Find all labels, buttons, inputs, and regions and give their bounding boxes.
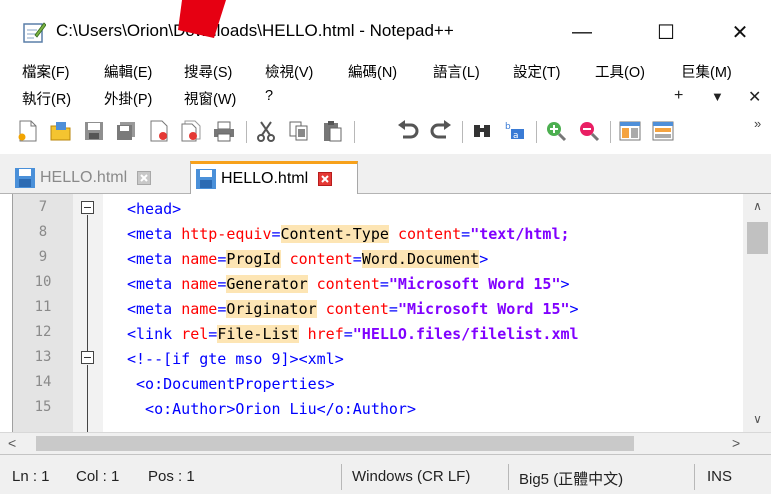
menu-encoding[interactable]: 編碼(N) (348, 61, 397, 82)
menu-macro[interactable]: 巨集(M) (681, 61, 732, 82)
line-number: 15 (34, 399, 52, 415)
menu-view[interactable]: 檢視(V) (265, 61, 313, 82)
fold-toggle-icon[interactable] (81, 351, 94, 364)
code-text: <o:Author>Orion Liu</o:Author> (127, 400, 416, 418)
menu-edit[interactable]: 編輯(E) (104, 61, 152, 82)
save-icon[interactable] (82, 118, 106, 144)
menu-search[interactable]: 搜尋(S) (184, 61, 232, 82)
menu-help[interactable]: ? (265, 88, 273, 104)
scroll-down-icon[interactable]: ∨ (743, 409, 771, 429)
toolbar: ba » (0, 112, 771, 150)
code-text: <link rel=File-List href="HELLO.files/fi… (127, 325, 579, 343)
menu-language[interactable]: 語言(L) (433, 61, 480, 82)
scroll-up-icon[interactable]: ∧ (743, 196, 771, 216)
svg-text:b: b (505, 122, 511, 132)
line-number: 10 (34, 274, 52, 290)
code-text: <!--[if gte mso 9]><xml> (127, 350, 344, 368)
svg-text:a: a (513, 131, 519, 141)
scroll-left-icon[interactable]: < (8, 435, 16, 451)
notepad-app-icon (23, 22, 46, 43)
close-all-icon[interactable] (179, 118, 203, 144)
toolbar-separator (246, 121, 247, 143)
toolbar-separator (610, 121, 611, 143)
maximize-button[interactable]: ☐ (643, 15, 689, 49)
minimize-button[interactable]: — (559, 15, 605, 49)
tab-label: HELLO.html (221, 170, 309, 187)
tab-list-dropdown-button[interactable]: ▼ (711, 89, 724, 104)
menu-settings[interactable]: 設定(T) (513, 61, 561, 82)
copy-icon[interactable] (287, 118, 311, 144)
window-title: C:\Users\Orion\Downloads\HELLO.html - No… (56, 21, 454, 40)
menu-run[interactable]: 執行(R) (22, 88, 71, 109)
tab-bar: HELLO.html HELLO.html (0, 154, 771, 194)
tab-label: HELLO.html (40, 168, 128, 186)
vertical-scrollbar[interactable]: ∧ ∨ (743, 194, 771, 432)
toolbar-separator (354, 121, 355, 143)
line-number: 7 (38, 199, 48, 215)
toolbar-overflow-button[interactable]: » (754, 116, 761, 131)
paste-icon[interactable] (320, 118, 344, 144)
horizontal-scroll-thumb[interactable] (36, 436, 634, 451)
vertical-scroll-thumb[interactable] (747, 222, 768, 254)
menu-file[interactable]: 檔案(F) (22, 61, 70, 82)
title-bar: C:\Users\Orion\Downloads\HELLO.html - No… (0, 0, 771, 55)
code-text-area[interactable]: <head> <meta http-equiv=Content-Type con… (103, 194, 743, 432)
editor[interactable]: 7 8 9 10 11 12 13 14 15 <head> <meta htt… (12, 194, 771, 432)
menu-bar: 檔案(F) 編輯(E) 搜尋(S) 檢視(V) 編碼(N) 語言(L) 設定(T… (0, 59, 771, 83)
status-position: Pos : 1 (148, 468, 195, 485)
code-text: <meta name=ProgId content=Word.Document> (127, 250, 489, 268)
status-line: Ln : 1 (12, 468, 50, 485)
code-text: <head> (127, 200, 182, 218)
close-file-icon[interactable] (147, 118, 171, 144)
zoom-out-icon[interactable] (577, 118, 601, 144)
sync-vertical-icon[interactable] (618, 118, 642, 144)
menu-bar-row-2: 執行(R) 外掛(P) 視窗(W) ? + ▼ ✕ (0, 86, 771, 110)
menu-plugins[interactable]: 外掛(P) (104, 88, 152, 109)
open-file-icon[interactable] (49, 118, 73, 144)
status-eol[interactable]: Windows (CR LF) (352, 468, 470, 485)
find-icon[interactable] (470, 118, 494, 144)
line-number: 14 (34, 374, 52, 390)
line-number: 11 (34, 299, 52, 315)
tab-hello-html-1[interactable]: HELLO.html (10, 161, 190, 194)
menu-tools[interactable]: 工具(O) (595, 61, 645, 82)
scroll-right-icon[interactable]: > (732, 435, 740, 451)
saved-file-icon (15, 167, 35, 188)
line-number: 13 (34, 349, 52, 365)
code-text: <meta name=Generator content="Microsoft … (127, 275, 570, 293)
status-encoding[interactable]: Big5 (正體中文) (519, 468, 623, 489)
tab-close-icon[interactable] (137, 170, 152, 185)
tab-hello-html-2[interactable]: HELLO.html (190, 161, 358, 194)
status-insert-mode[interactable]: INS (707, 468, 732, 485)
line-number: 9 (38, 249, 48, 265)
replace-icon[interactable]: ba (503, 118, 527, 144)
code-text: <o:DocumentProperties> (127, 375, 335, 393)
print-icon[interactable] (212, 118, 236, 144)
status-bar: Ln : 1 Col : 1 Pos : 1 Windows (CR LF) B… (0, 454, 771, 494)
toolbar-separator (462, 121, 463, 143)
horizontal-scrollbar[interactable]: < > (0, 432, 771, 454)
redo-icon[interactable] (429, 118, 453, 144)
save-all-icon[interactable] (114, 118, 138, 144)
add-tab-button[interactable]: + (674, 87, 683, 105)
menu-window[interactable]: 視窗(W) (184, 88, 236, 109)
zoom-in-icon[interactable] (544, 118, 568, 144)
fold-toggle-icon[interactable] (81, 201, 94, 214)
code-text: <meta name=Originator content="Microsoft… (127, 300, 579, 318)
undo-icon[interactable] (396, 118, 420, 144)
close-window-button[interactable]: ✕ (717, 15, 763, 49)
tab-close-icon[interactable] (318, 172, 333, 186)
line-number: 12 (34, 324, 52, 340)
code-text: <meta http-equiv=Content-Type content="t… (127, 225, 579, 243)
sync-horizontal-icon[interactable] (651, 118, 675, 144)
fold-margin (73, 194, 103, 432)
line-number: 8 (38, 224, 48, 240)
red-arrow-annotation (178, 0, 226, 38)
status-column: Col : 1 (76, 468, 120, 485)
toolbar-separator (536, 121, 537, 143)
new-file-icon[interactable] (16, 118, 40, 144)
saved-file-icon (196, 169, 216, 189)
cut-icon[interactable] (254, 118, 278, 144)
close-doc-button[interactable]: ✕ (748, 87, 761, 107)
